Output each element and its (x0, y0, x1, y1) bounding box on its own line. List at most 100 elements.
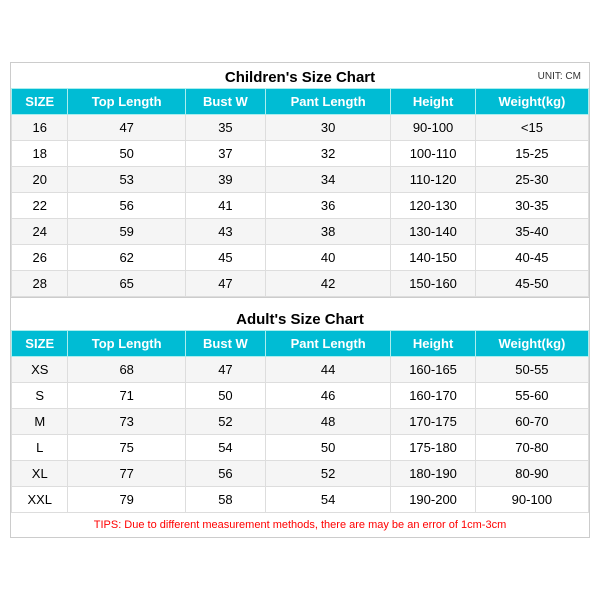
table-cell: XL (12, 461, 68, 487)
table-cell: 120-130 (391, 193, 476, 219)
table-cell: 54 (266, 487, 391, 513)
table-row: L755450175-18070-80 (12, 435, 589, 461)
table-row: XL775652180-19080-90 (12, 461, 589, 487)
table-row: 22564136120-13030-35 (12, 193, 589, 219)
table-cell: 50 (266, 435, 391, 461)
table-cell: 35-40 (475, 219, 588, 245)
table-cell: 130-140 (391, 219, 476, 245)
table-row: XS684744160-16550-55 (12, 357, 589, 383)
table-cell: 47 (185, 271, 265, 297)
adult-col-pant-length: Pant Length (266, 331, 391, 357)
children-col-top-length: Top Length (68, 89, 185, 115)
table-cell: 50 (68, 141, 185, 167)
table-cell: 68 (68, 357, 185, 383)
adult-col-weight: Weight(kg) (475, 331, 588, 357)
table-row: 26624540140-15040-45 (12, 245, 589, 271)
table-cell: 30 (266, 115, 391, 141)
table-cell: 54 (185, 435, 265, 461)
table-cell: 34 (266, 167, 391, 193)
table-cell: 56 (68, 193, 185, 219)
table-row: 28654742150-16045-50 (12, 271, 589, 297)
table-row: M735248170-17560-70 (12, 409, 589, 435)
children-header-row: SIZE Top Length Bust W Pant Length Heigh… (12, 89, 589, 115)
table-cell: 190-200 (391, 487, 476, 513)
table-cell: 22 (12, 193, 68, 219)
table-cell: 45 (185, 245, 265, 271)
table-cell: 30-35 (475, 193, 588, 219)
table-cell: 28 (12, 271, 68, 297)
table-row: 1647353090-100<15 (12, 115, 589, 141)
table-cell: 53 (68, 167, 185, 193)
table-cell: 59 (68, 219, 185, 245)
adult-col-size: SIZE (12, 331, 68, 357)
table-row: 24594338130-14035-40 (12, 219, 589, 245)
table-cell: 39 (185, 167, 265, 193)
table-cell: 58 (185, 487, 265, 513)
children-col-pant-length: Pant Length (266, 89, 391, 115)
table-cell: 150-160 (391, 271, 476, 297)
adult-col-top-length: Top Length (68, 331, 185, 357)
table-cell: 70-80 (475, 435, 588, 461)
adult-title-text: Adult's Size Chart (236, 311, 364, 328)
table-cell: 140-150 (391, 245, 476, 271)
adult-size-table: SIZE Top Length Bust W Pant Length Heigh… (11, 330, 589, 513)
table-row: 18503732100-11015-25 (12, 141, 589, 167)
table-cell: 55-60 (475, 383, 588, 409)
table-cell: 18 (12, 141, 68, 167)
table-cell: 47 (185, 357, 265, 383)
adult-col-height: Height (391, 331, 476, 357)
table-row: 20533934110-12025-30 (12, 167, 589, 193)
table-cell: 36 (266, 193, 391, 219)
children-col-size: SIZE (12, 89, 68, 115)
table-row: XXL795854190-20090-100 (12, 487, 589, 513)
table-cell: 160-165 (391, 357, 476, 383)
section-divider (11, 297, 589, 305)
adult-header-row: SIZE Top Length Bust W Pant Length Heigh… (12, 331, 589, 357)
table-cell: 38 (266, 219, 391, 245)
table-cell: 20 (12, 167, 68, 193)
table-cell: XXL (12, 487, 68, 513)
table-cell: 75 (68, 435, 185, 461)
table-cell: 40-45 (475, 245, 588, 271)
table-cell: 56 (185, 461, 265, 487)
table-cell: 71 (68, 383, 185, 409)
children-col-weight: Weight(kg) (475, 89, 588, 115)
table-cell: 24 (12, 219, 68, 245)
table-cell: 100-110 (391, 141, 476, 167)
table-cell: 52 (185, 409, 265, 435)
unit-label: UNIT: CM (538, 71, 581, 82)
table-cell: <15 (475, 115, 588, 141)
children-size-table: SIZE Top Length Bust W Pant Length Heigh… (11, 88, 589, 297)
size-chart-container: Children's Size Chart UNIT: CM SIZE Top … (10, 62, 590, 538)
table-cell: 62 (68, 245, 185, 271)
table-cell: 73 (68, 409, 185, 435)
table-cell: 80-90 (475, 461, 588, 487)
table-cell: L (12, 435, 68, 461)
table-cell: 50 (185, 383, 265, 409)
table-cell: 110-120 (391, 167, 476, 193)
table-cell: 48 (266, 409, 391, 435)
table-cell: S (12, 383, 68, 409)
children-col-bust-w: Bust W (185, 89, 265, 115)
table-cell: M (12, 409, 68, 435)
table-cell: 43 (185, 219, 265, 245)
table-cell: 170-175 (391, 409, 476, 435)
table-cell: 35 (185, 115, 265, 141)
table-cell: 77 (68, 461, 185, 487)
table-cell: 15-25 (475, 141, 588, 167)
children-title-text: Children's Size Chart (225, 69, 375, 86)
adult-col-bust-w: Bust W (185, 331, 265, 357)
table-cell: 52 (266, 461, 391, 487)
children-col-height: Height (391, 89, 476, 115)
table-cell: 26 (12, 245, 68, 271)
table-cell: 32 (266, 141, 391, 167)
table-cell: 42 (266, 271, 391, 297)
table-cell: 65 (68, 271, 185, 297)
table-cell: 41 (185, 193, 265, 219)
table-cell: 60-70 (475, 409, 588, 435)
children-section-title: Children's Size Chart UNIT: CM (11, 63, 589, 88)
table-cell: XS (12, 357, 68, 383)
table-cell: 79 (68, 487, 185, 513)
tips-text: TIPS: Due to different measurement metho… (11, 513, 589, 537)
table-cell: 175-180 (391, 435, 476, 461)
